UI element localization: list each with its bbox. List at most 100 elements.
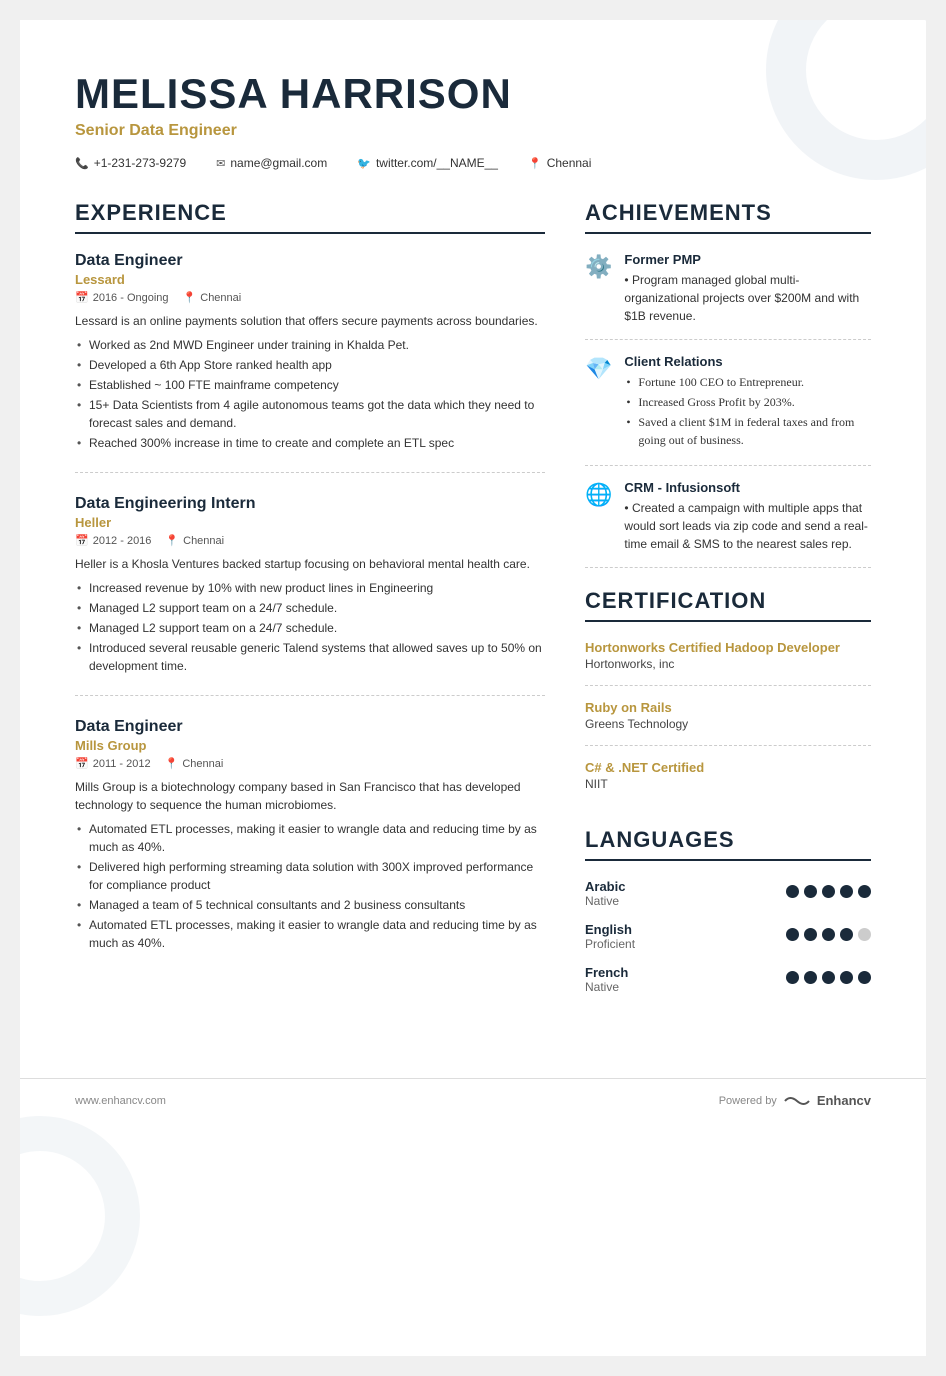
cert-name-2: C# & .NET Certified — [585, 760, 871, 775]
header: MELISSA HARRISON Senior Data Engineer 📞 … — [75, 70, 871, 170]
bullet-item: Developed a 6th App Store ranked health … — [75, 356, 545, 374]
achievement-title-0: Former PMP — [624, 252, 871, 267]
exp-meta-1: 📅 2012 - 2016 📍 Chennai — [75, 534, 545, 547]
achievement-text-0: • Program managed global multi-organizat… — [624, 271, 871, 325]
email-item: ✉ name@gmail.com — [216, 156, 327, 170]
exp-company-0: Lessard — [75, 272, 545, 287]
cert-issuer-0: Hortonworks, inc — [585, 657, 871, 671]
contact-info: 📞 +1-231-273-9279 ✉ name@gmail.com 🐦 twi… — [75, 156, 871, 170]
bullet-item: Automated ETL processes, making it easie… — [75, 820, 545, 856]
dot — [804, 971, 817, 984]
achievement-bullet: Fortune 100 CEO to Entrepreneur. — [624, 373, 871, 391]
dot — [858, 971, 871, 984]
lang-level-2: Native — [585, 980, 628, 994]
cert-2: C# & .NET Certified NIIT — [585, 760, 871, 805]
bullet-item: Automated ETL processes, making it easie… — [75, 916, 545, 952]
dot — [786, 885, 799, 898]
cert-issuer-2: NIIT — [585, 777, 871, 791]
exp-period-0: 📅 2016 - Ongoing — [75, 291, 169, 304]
dot — [840, 885, 853, 898]
bullet-item: Managed L2 support team on a 24/7 schedu… — [75, 599, 545, 617]
brand-name: Enhancv — [817, 1093, 871, 1108]
phone-number: +1-231-273-9279 — [94, 156, 186, 170]
cert-1: Ruby on Rails Greens Technology — [585, 700, 871, 746]
lang-info-2: French Native — [585, 965, 628, 994]
job-title: Senior Data Engineer — [75, 122, 871, 140]
achievement-2: 🌐 CRM - Infusionsoft • Created a campaig… — [585, 480, 871, 568]
exp-period-2: 📅 2011 - 2012 — [75, 757, 151, 770]
exp-job-title-0: Data Engineer — [75, 252, 545, 270]
bullet-item: Reached 300% increase in time to create … — [75, 434, 545, 452]
exp-meta-0: 📅 2016 - Ongoing 📍 Chennai — [75, 291, 545, 304]
phone-item: 📞 +1-231-273-9279 — [75, 156, 186, 170]
powered-by-text: Powered by — [719, 1095, 777, 1107]
lang-1: English Proficient — [585, 922, 871, 951]
pin-icon-1: 📍 — [165, 534, 179, 547]
phone-icon: 📞 — [75, 157, 89, 170]
dot — [786, 971, 799, 984]
cert-0: Hortonworks Certified Hadoop Developer H… — [585, 640, 871, 686]
cert-issuer-1: Greens Technology — [585, 717, 871, 731]
pin-icon-2: 📍 — [165, 757, 179, 770]
bullet-item: Worked as 2nd MWD Engineer under trainin… — [75, 336, 545, 354]
exp-company-2: Mills Group — [75, 738, 545, 753]
calendar-icon-2: 📅 — [75, 757, 89, 770]
bullet-item: Delivered high performing streaming data… — [75, 858, 545, 894]
dot — [804, 928, 817, 941]
exp-job-title-1: Data Engineering Intern — [75, 495, 545, 513]
footer-brand: Powered by Enhancv — [719, 1093, 871, 1108]
exp-location-1: 📍 Chennai — [165, 534, 224, 547]
twitter-handle: twitter.com/__NAME__ — [376, 156, 498, 170]
cert-name-0: Hortonworks Certified Hadoop Developer — [585, 640, 871, 655]
dot — [822, 885, 835, 898]
lang-2: French Native — [585, 965, 871, 994]
exp-location-2: 📍 Chennai — [165, 757, 224, 770]
dot — [840, 928, 853, 941]
lang-level-1: Proficient — [585, 937, 635, 951]
dot — [840, 971, 853, 984]
twitter-icon: 🐦 — [357, 157, 371, 170]
exp-entry-1: Data Engineering Intern Heller 📅 2012 - … — [75, 495, 545, 696]
exp-location-0: 📍 Chennai — [183, 291, 242, 304]
exp-entry-2: Data Engineer Mills Group 📅 2011 - 2012 … — [75, 718, 545, 972]
email-address: name@gmail.com — [230, 156, 327, 170]
dot — [822, 928, 835, 941]
pin-icon-0: 📍 — [183, 291, 197, 304]
dot — [858, 928, 871, 941]
deco-circle-bottom-left — [20, 1116, 140, 1316]
lang-dots-2 — [786, 971, 871, 984]
location-icon: 📍 — [528, 157, 542, 170]
achievement-bullet: Saved a client $1M in federal taxes and … — [624, 413, 871, 449]
lang-name-0: Arabic — [585, 879, 625, 894]
bullet-item: Introduced several reusable generic Tale… — [75, 639, 545, 675]
languages-section: LANGUAGES Arabic Native — [585, 827, 871, 994]
exp-desc-2: Mills Group is a biotechnology company b… — [75, 778, 545, 814]
certification-section-title: CERTIFICATION — [585, 588, 871, 622]
dot — [858, 885, 871, 898]
left-column: EXPERIENCE Data Engineer Lessard 📅 2016 … — [75, 200, 545, 1008]
dot — [804, 885, 817, 898]
exp-job-title-2: Data Engineer — [75, 718, 545, 736]
exp-entry-0: Data Engineer Lessard 📅 2016 - Ongoing 📍… — [75, 252, 545, 473]
lang-info-0: Arabic Native — [585, 879, 625, 908]
lang-level-0: Native — [585, 894, 625, 908]
bullet-item: Increased revenue by 10% with new produc… — [75, 579, 545, 597]
languages-section-title: LANGUAGES — [585, 827, 871, 861]
exp-desc-0: Lessard is an online payments solution t… — [75, 312, 545, 330]
achievement-0: ⚙️ Former PMP • Program managed global m… — [585, 252, 871, 340]
cert-name-1: Ruby on Rails — [585, 700, 871, 715]
enhancv-logo-icon — [783, 1094, 811, 1108]
achievement-body-1: Client Relations Fortune 100 CEO to Entr… — [624, 354, 871, 451]
exp-bullets-2: Automated ETL processes, making it easie… — [75, 820, 545, 952]
achievement-title-1: Client Relations — [624, 354, 871, 369]
experience-section-title: EXPERIENCE — [75, 200, 545, 234]
right-column: ACHIEVEMENTS ⚙️ Former PMP • Program man… — [585, 200, 871, 1008]
dot — [822, 971, 835, 984]
resume-page: MELISSA HARRISON Senior Data Engineer 📞 … — [20, 20, 926, 1356]
exp-meta-2: 📅 2011 - 2012 📍 Chennai — [75, 757, 545, 770]
bullet-item: Managed a team of 5 technical consultant… — [75, 896, 545, 914]
achievements-section-title: ACHIEVEMENTS — [585, 200, 871, 234]
achievement-title-2: CRM - Infusionsoft — [624, 480, 871, 495]
location-item: 📍 Chennai — [528, 156, 591, 170]
exp-bullets-1: Increased revenue by 10% with new produc… — [75, 579, 545, 675]
